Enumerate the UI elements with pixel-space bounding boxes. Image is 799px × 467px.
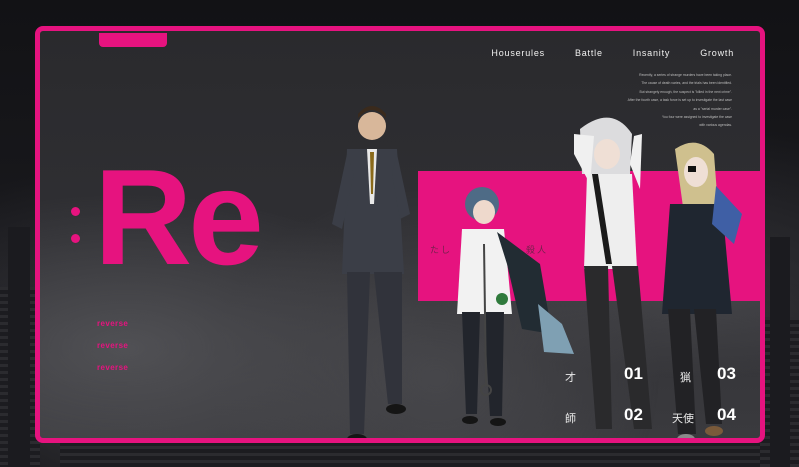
character-4-number[interactable]: 04: [717, 405, 736, 425]
desc-line: Recently, a series of strange murders ha…: [639, 73, 732, 77]
reverse-label: reverse: [97, 341, 129, 350]
character-suited-man: [332, 106, 410, 438]
character-illustrations: [332, 106, 742, 438]
character-2-number[interactable]: 02: [624, 405, 643, 425]
desc-line: The cause of death varies, and the trial…: [641, 81, 732, 86]
nav-growth[interactable]: Growth: [700, 48, 734, 58]
logo-colon: [71, 207, 80, 261]
character-blue-haired-girl: [457, 187, 574, 426]
hero-frame: Houserules Battle Insanity Growth Recent…: [35, 26, 765, 443]
character-4-label: 天使: [672, 413, 694, 425]
character-3-label: 猟: [680, 372, 691, 384]
character-3-number[interactable]: 03: [717, 364, 736, 384]
top-nav: Houserules Battle Insanity Growth: [491, 48, 734, 58]
reverse-label: reverse: [97, 319, 129, 328]
logo-text: Re: [94, 141, 264, 293]
frame-top-tab: [99, 33, 167, 47]
character-1-label: 才: [565, 372, 576, 384]
character-2-label: 師: [565, 413, 576, 425]
nav-houserules[interactable]: Houserules: [491, 48, 545, 58]
character-1-number[interactable]: 01: [624, 364, 643, 384]
nav-insanity[interactable]: Insanity: [633, 48, 670, 58]
nav-battle[interactable]: Battle: [575, 48, 603, 58]
reverse-label: reverse: [97, 363, 129, 372]
character-blonde-woman: [662, 142, 742, 438]
